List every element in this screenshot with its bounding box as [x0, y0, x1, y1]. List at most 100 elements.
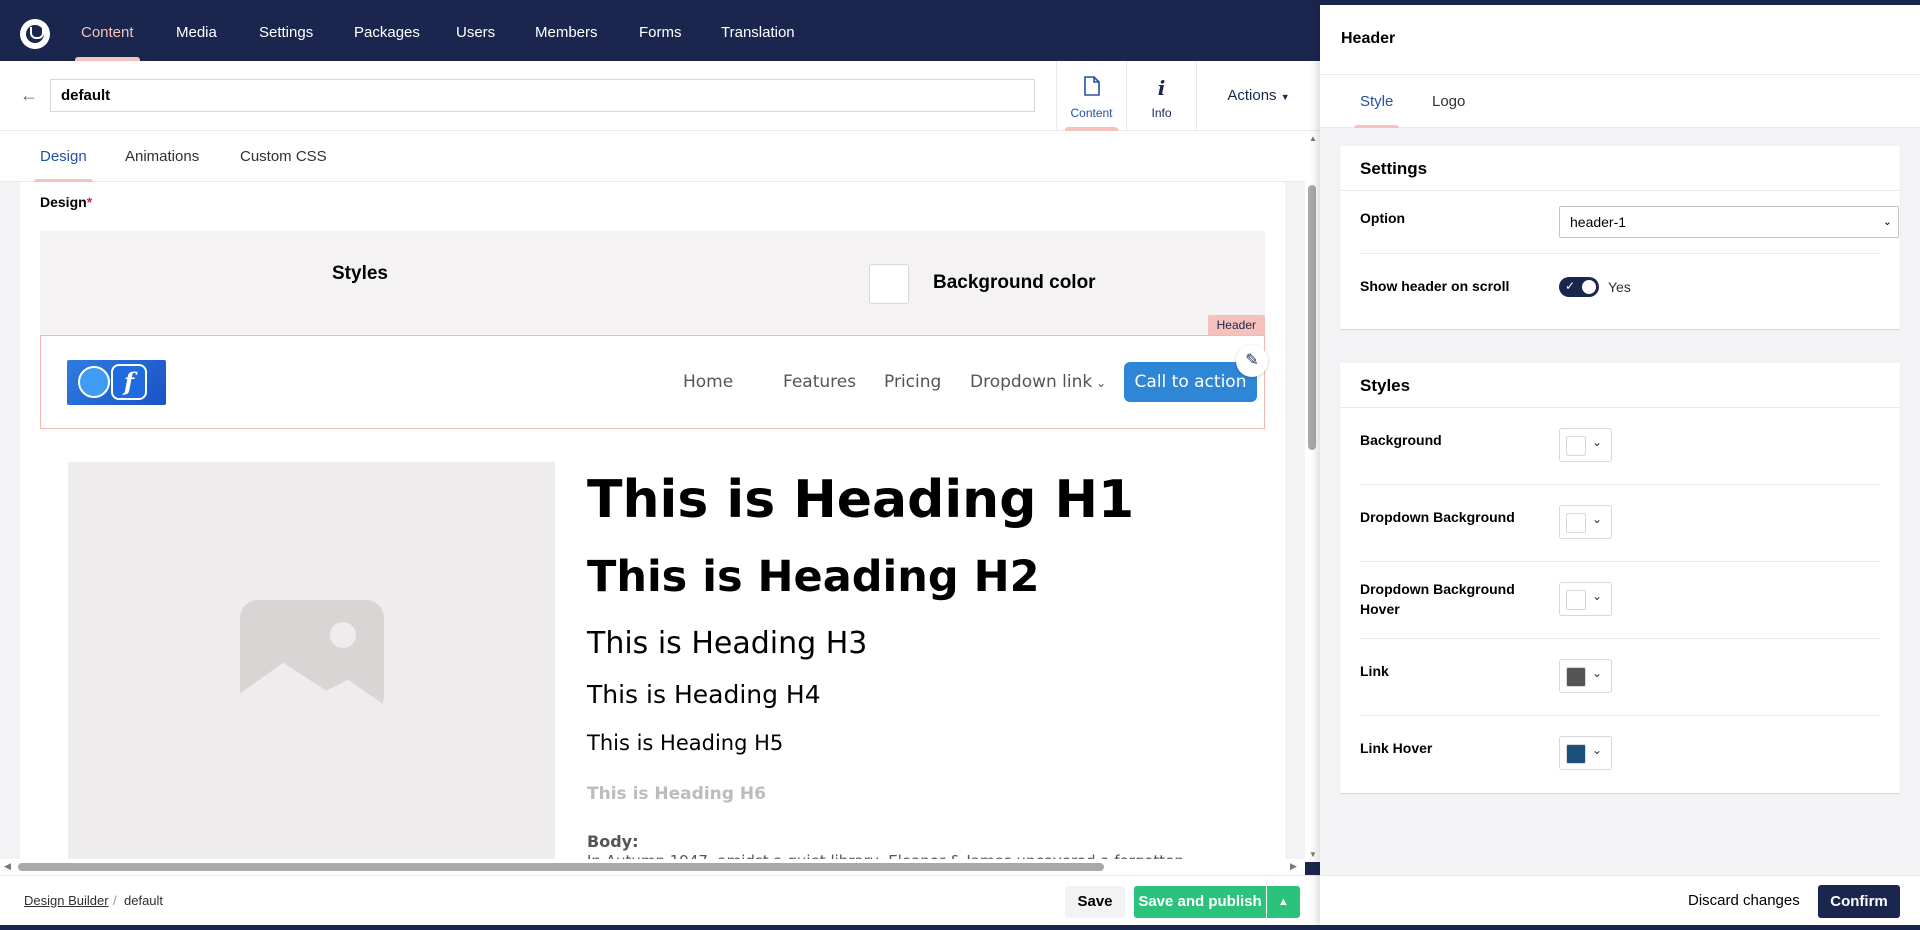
chevron-down-icon: ⌄ [1592, 589, 1603, 603]
nav-packages[interactable]: Packages [354, 5, 420, 61]
nav-members[interactable]: Members [535, 5, 598, 61]
umbraco-logo-icon[interactable] [20, 19, 50, 49]
chevron-down-icon: ⌄ [1592, 512, 1603, 526]
dropdown-background-color-picker[interactable]: ⌄ [1559, 505, 1612, 539]
body-label: Body: [587, 832, 639, 851]
header-nav-pricing[interactable]: Pricing [884, 372, 941, 392]
settings-card-title: Settings [1340, 146, 1900, 191]
color-swatch [1566, 744, 1586, 764]
design-label-text: Design [40, 194, 87, 210]
breadcrumb-separator: / [113, 893, 117, 908]
heading-h4: This is Heading H4 [587, 680, 821, 709]
scroll-left-icon[interactable]: ◀ [4, 861, 11, 872]
header-nav-features[interactable]: Features [783, 372, 856, 392]
header-settings-panel: Header Style Logo Settings Option header… [1320, 5, 1920, 925]
option-label: Option [1360, 210, 1406, 226]
background-color-picker[interactable]: ⌄ [1559, 428, 1612, 462]
style-label: Link [1360, 663, 1389, 679]
option-row: Option header-1 ⌄ [1360, 191, 1899, 254]
confirm-button[interactable]: Confirm [1818, 885, 1900, 918]
app-tab-info[interactable]: i Info [1126, 61, 1196, 131]
scrollbar-thumb[interactable] [1308, 185, 1316, 450]
actions-menu-button[interactable]: Actions ▼ [1196, 61, 1320, 131]
background-color-label: Background color [933, 272, 1096, 293]
toggle-knob [1582, 280, 1596, 294]
edit-pencil-icon[interactable]: ✎ [1236, 345, 1268, 377]
panel-header: Header [1320, 5, 1920, 75]
actions-label: Actions [1227, 87, 1277, 104]
scroll-right-icon[interactable]: ▶ [1290, 861, 1297, 872]
tab-custom-css[interactable]: Custom CSS [240, 131, 327, 182]
nav-media[interactable]: Media [176, 5, 217, 61]
color-swatch [1566, 513, 1586, 533]
heading-h6: This is Heading H6 [587, 784, 766, 804]
chevron-down-icon: ⌄ [1592, 435, 1603, 449]
scrollbar-thumb[interactable] [18, 863, 1104, 871]
header-block-tag: Header [1207, 315, 1265, 335]
nav-content[interactable]: Content [75, 5, 140, 61]
vertical-scrollbar[interactable]: ▲ ▼ [1305, 131, 1320, 862]
placeholder-mountain [240, 662, 384, 714]
save-and-publish-button[interactable]: Save and publish [1134, 886, 1266, 918]
check-icon: ✓ [1565, 279, 1576, 293]
settings-card: Settings Option header-1 ⌄ Show header o… [1340, 146, 1900, 329]
heading-h3: This is Heading H3 [587, 626, 868, 661]
document-name-input[interactable] [50, 79, 1035, 112]
styles-card: Styles Background ⌄ Dropdown Background … [1340, 363, 1900, 793]
color-swatch [1566, 436, 1586, 456]
facebook-icon: f [111, 364, 147, 400]
styles-bar: Styles Background color [40, 231, 1265, 336]
show-header-on-scroll-toggle[interactable]: ✓ [1559, 277, 1599, 297]
link-hover-color-picker[interactable]: ⌄ [1559, 736, 1612, 770]
chevron-down-icon: ⌄ [1592, 743, 1603, 757]
header-nav-home[interactable]: Home [683, 372, 733, 392]
panel-footer: Discard changes Confirm [1320, 875, 1920, 925]
heading-h5: This is Heading H5 [587, 731, 784, 755]
messenger-icon [78, 366, 110, 398]
heading-h1: This is Heading H1 [587, 470, 1135, 530]
style-label: Background [1360, 432, 1442, 448]
document-icon [1057, 76, 1126, 100]
discard-changes-button[interactable]: Discard changes [1688, 892, 1800, 909]
top-navigation: Content Media Settings Packages Users Me… [0, 5, 1320, 61]
tab-design[interactable]: Design [34, 131, 93, 182]
tab-style[interactable]: Style [1353, 75, 1400, 128]
nav-users[interactable]: Users [456, 5, 495, 61]
background-color-swatch[interactable] [869, 264, 909, 304]
styles-card-title: Styles [1340, 363, 1900, 408]
app-tab-label: Info [1151, 106, 1172, 120]
toggle-state-label: Yes [1608, 279, 1631, 295]
panel-title: Header [1341, 30, 1396, 47]
color-swatch [1566, 667, 1586, 687]
app-tab-content[interactable]: Content [1056, 61, 1126, 131]
chevron-down-icon: ⌄ [1092, 376, 1107, 390]
nav-translation[interactable]: Translation [721, 5, 795, 61]
design-field-label: Design* [40, 194, 92, 210]
tab-logo[interactable]: Logo [1432, 75, 1465, 128]
content-subtabs: Design Animations Custom CSS [0, 131, 1320, 182]
scroll-down-icon[interactable]: ▼ [1309, 850, 1317, 859]
option-select[interactable]: header-1 ⌄ [1559, 206, 1899, 238]
image-placeholder [68, 462, 555, 862]
header-preview-block[interactable]: Header f Home Features Pricing Dropdown … [40, 315, 1268, 429]
show-header-on-scroll-row: Show header on scroll ✓ Yes [1360, 254, 1880, 329]
style-label: Link Hover [1360, 740, 1433, 756]
editor-header: ← Content i Info Actions ▼ [0, 61, 1320, 131]
panel-tabs: Style Logo [1320, 75, 1920, 128]
nav-forms[interactable]: Forms [639, 5, 682, 61]
horizontal-scrollbar[interactable]: ◀ ▶ [0, 859, 1305, 875]
placeholder-sun [330, 622, 356, 648]
dropdown-background-hover-color-picker[interactable]: ⌄ [1559, 582, 1612, 616]
caret-up-icon[interactable]: ▲ [1267, 886, 1300, 918]
header-nav-dropdown[interactable]: Dropdown link ⌄ [970, 372, 1106, 392]
save-button[interactable]: Save [1065, 886, 1125, 918]
scroll-up-icon[interactable]: ▲ [1309, 134, 1317, 143]
tab-animations[interactable]: Animations [125, 131, 199, 182]
info-icon: i [1157, 76, 1166, 100]
link-color-picker[interactable]: ⌄ [1559, 659, 1612, 693]
chevron-down-icon: ⌄ [1592, 666, 1603, 680]
nav-settings[interactable]: Settings [259, 5, 313, 61]
back-arrow-icon[interactable]: ← [20, 85, 38, 106]
breadcrumb-design-builder[interactable]: Design Builder [24, 893, 109, 908]
style-row-link-hover: Link Hover ⌄ [1360, 716, 1880, 793]
